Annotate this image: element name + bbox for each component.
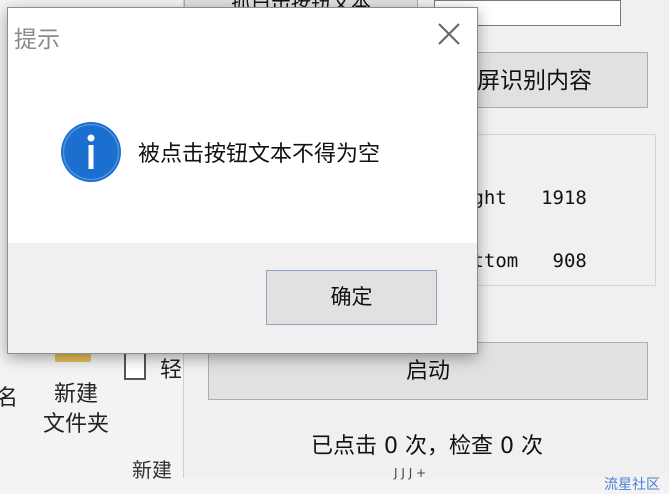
recognize-screen-button[interactable]: 屏识别内容 [476, 52, 648, 108]
status-text: 已点击 0 次，检查 0 次 [311, 434, 543, 459]
bottom-coord-text: ottom 908 [461, 250, 587, 272]
partial-text: J J J + [394, 466, 427, 480]
information-icon [60, 121, 122, 183]
dialog-content: 被点击按钮文本不得为空 [8, 58, 477, 243]
new-folder-button[interactable]: 新建 文件夹 [36, 380, 116, 440]
dialog-message: 被点击按钮文本不得为空 [138, 142, 381, 167]
easy-access-label[interactable]: 轻 [160, 352, 182, 384]
dialog-title: 提示 [14, 27, 60, 53]
close-icon[interactable] [427, 16, 471, 52]
ribbon-group-new-label: 新建 [132, 458, 172, 482]
ok-button[interactable]: 确定 [266, 270, 437, 325]
rename-label[interactable]: 名 [0, 380, 18, 412]
right-coord-text: ight 1918 [461, 187, 587, 209]
message-dialog: 提示 被点击按钮文本不得为空 确定 [7, 7, 478, 354]
dialog-footer: 确定 [8, 243, 477, 353]
dialog-titlebar[interactable]: 提示 [8, 8, 477, 58]
watermark-text: 流星社区 [604, 477, 660, 493]
new-item-icon[interactable] [124, 352, 146, 380]
